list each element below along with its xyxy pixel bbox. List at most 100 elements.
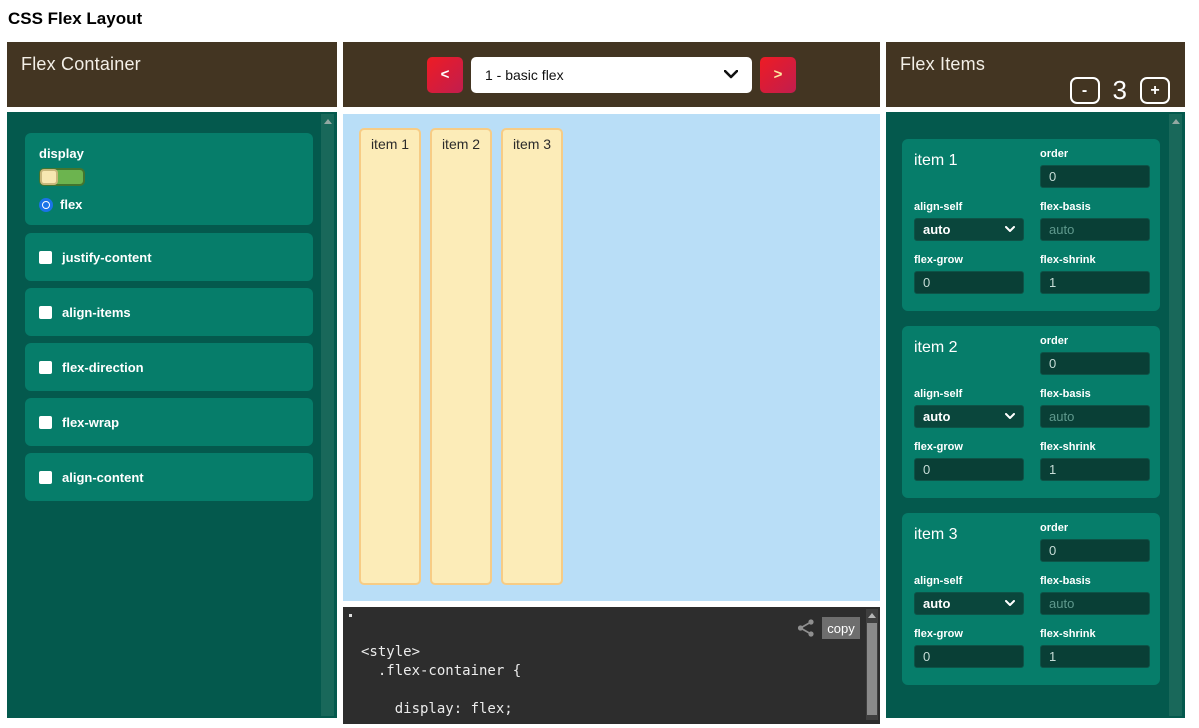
flex-basis-label: flex-basis [1040, 201, 1150, 213]
flex-shrink-label: flex-shrink [1040, 254, 1150, 266]
prop-card-flex-wrap: flex-wrap [25, 398, 313, 446]
checkbox-justify-content[interactable] [39, 251, 52, 264]
flex-radio[interactable] [39, 198, 53, 212]
flex-grow-label: flex-grow [914, 441, 1024, 453]
left-panel-scrollbar[interactable] [321, 114, 334, 716]
align-self-select[interactable]: auto [914, 218, 1024, 241]
align-self-label: align-self [914, 388, 1024, 400]
flex-items-title: Flex Items [900, 54, 985, 75]
order-label: order [1040, 335, 1150, 347]
flex-container-title: Flex Container [21, 54, 141, 75]
order-input[interactable] [1040, 165, 1150, 188]
preset-select-value: 1 - basic flex [485, 67, 564, 83]
flex-grow-input[interactable] [914, 271, 1024, 294]
align-self-field-group: align-self auto [914, 388, 1024, 428]
flex-items-header: Flex Items - 3 + [886, 42, 1185, 107]
item-card-title: item 1 [914, 148, 1024, 188]
preset-nav-header: < 1 - basic flex > [343, 42, 880, 107]
code-panel: <style> .flex-container { display: flex;… [343, 607, 880, 724]
chevron-down-icon [724, 70, 738, 79]
flex-basis-input[interactable] [1040, 592, 1150, 615]
right-panel-scrollbar[interactable] [1169, 114, 1182, 716]
preview-flex-item-3: item 3 [501, 128, 563, 585]
flex-basis-label: flex-basis [1040, 388, 1150, 400]
flex-radio-label: flex [60, 197, 82, 212]
prev-preset-button[interactable]: < [427, 57, 463, 93]
flex-grow-input[interactable] [914, 645, 1024, 668]
align-self-field-group: align-self auto [914, 201, 1024, 241]
preview-flex-item-2: item 2 [430, 128, 492, 585]
item-card-title: item 2 [914, 335, 1024, 375]
remove-item-button[interactable]: - [1070, 77, 1100, 104]
flex-shrink-field-group: flex-shrink [1040, 628, 1150, 668]
flex-basis-field-group: flex-basis [1040, 201, 1150, 241]
flex-shrink-label: flex-shrink [1040, 628, 1150, 640]
flex-radio-row: flex [39, 197, 299, 212]
flex-grow-field-group: flex-grow [914, 254, 1024, 294]
item-card-2: item 2 order align-self auto flex-basis [902, 326, 1160, 498]
flex-container-preview: item 1 item 2 item 3 [343, 114, 880, 601]
copy-button[interactable]: copy [822, 617, 860, 639]
flex-grow-field-group: flex-grow [914, 628, 1024, 668]
flex-shrink-input[interactable] [1040, 645, 1150, 668]
display-toggle[interactable] [39, 168, 85, 186]
order-field-group: order [1040, 335, 1150, 375]
preset-select[interactable]: 1 - basic flex [471, 57, 752, 93]
display-label: display [39, 146, 299, 161]
app-window: CSS Flex Layout Flex Container display f… [0, 0, 1199, 728]
align-self-value: auto [923, 409, 950, 424]
display-card: display flex [25, 133, 313, 225]
prop-label: align-items [62, 305, 131, 320]
flex-grow-input[interactable] [914, 458, 1024, 481]
flex-grow-field-group: flex-grow [914, 441, 1024, 481]
checkbox-flex-direction[interactable] [39, 361, 52, 374]
flex-basis-input[interactable] [1040, 218, 1150, 241]
order-label: order [1040, 522, 1150, 534]
checkbox-align-items[interactable] [39, 306, 52, 319]
code-scrollbar[interactable] [866, 609, 878, 720]
order-field-group: order [1040, 148, 1150, 188]
preview-flex-item-1: item 1 [359, 128, 421, 585]
share-icon[interactable] [796, 618, 816, 638]
flex-container-header: Flex Container [7, 42, 337, 107]
prop-card-flex-direction: flex-direction [25, 343, 313, 391]
align-self-value: auto [923, 222, 950, 237]
item-count: 3 [1113, 75, 1127, 106]
flex-grow-label: flex-grow [914, 254, 1024, 266]
scroll-up-icon[interactable] [324, 119, 332, 124]
order-input[interactable] [1040, 352, 1150, 375]
generated-css-code: <style> .flex-container { display: flex; [361, 643, 521, 719]
flex-basis-field-group: flex-basis [1040, 388, 1150, 428]
prop-label: flex-direction [62, 360, 144, 375]
item-card-1: item 1 order align-self auto flex-basis [902, 139, 1160, 311]
scroll-up-icon[interactable] [1172, 119, 1180, 124]
item-count-stepper: - 3 + [1070, 75, 1170, 106]
flex-shrink-label: flex-shrink [1040, 441, 1150, 453]
align-self-select[interactable]: auto [914, 592, 1024, 615]
flex-shrink-field-group: flex-shrink [1040, 441, 1150, 481]
page-title: CSS Flex Layout [8, 9, 142, 29]
flex-shrink-input[interactable] [1040, 458, 1150, 481]
prop-label: justify-content [62, 250, 152, 265]
order-input[interactable] [1040, 539, 1150, 562]
prop-card-align-items: align-items [25, 288, 313, 336]
add-item-button[interactable]: + [1140, 77, 1170, 104]
align-self-field-group: align-self auto [914, 575, 1024, 615]
flex-basis-input[interactable] [1040, 405, 1150, 428]
order-label: order [1040, 148, 1150, 160]
toggle-knob [40, 169, 58, 185]
prop-label: align-content [62, 470, 144, 485]
flex-shrink-input[interactable] [1040, 271, 1150, 294]
code-cursor-dot [349, 614, 352, 617]
next-preset-button[interactable]: > [760, 57, 796, 93]
scrollbar-thumb[interactable] [867, 623, 877, 715]
flex-basis-field-group: flex-basis [1040, 575, 1150, 615]
checkbox-align-content[interactable] [39, 471, 52, 484]
flex-basis-label: flex-basis [1040, 575, 1150, 587]
flex-items-panel: item 1 order align-self auto flex-basis [886, 112, 1185, 718]
scroll-up-icon[interactable] [868, 613, 876, 618]
checkbox-flex-wrap[interactable] [39, 416, 52, 429]
align-self-select[interactable]: auto [914, 405, 1024, 428]
prop-card-justify-content: justify-content [25, 233, 313, 281]
item-card-3: item 3 order align-self auto flex-basis [902, 513, 1160, 685]
